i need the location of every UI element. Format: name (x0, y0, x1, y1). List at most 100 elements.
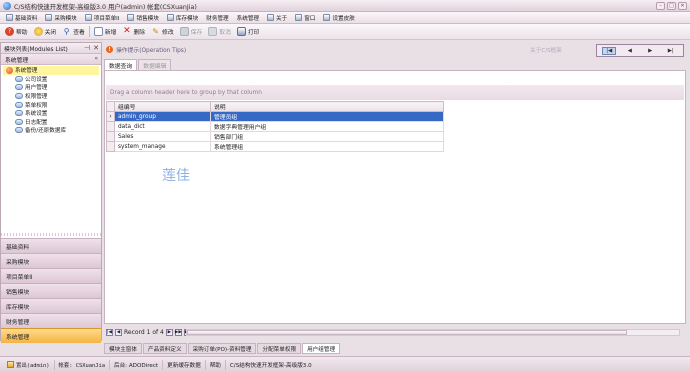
pager-first-icon[interactable]: |◀ (106, 328, 113, 336)
row-indicator-header (106, 101, 115, 112)
module-bar-finance[interactable]: 财务管理 (1, 313, 101, 328)
tree-item-company[interactable]: 公司设置 (1, 75, 101, 84)
prev-record-icon[interactable]: ◀ (623, 47, 637, 55)
table-row[interactable]: Sales 销售部门组 (106, 131, 444, 142)
delete-button[interactable]: ✕ 删除 (119, 25, 148, 39)
pager-record-text: Record 1 of 4 (124, 328, 164, 336)
tree-item-users[interactable]: 用户管理 (1, 83, 101, 92)
about-framework-link[interactable]: 关于C/S框架 (530, 46, 562, 54)
menu-about[interactable]: 关于 (263, 12, 291, 23)
table-cell[interactable]: data_dict (114, 121, 211, 132)
tree-item-system-settings[interactable]: 系统设置 (1, 109, 101, 118)
doc-tab-user-group-management[interactable]: 用户组管理 (302, 343, 341, 354)
module-node-icon (15, 110, 23, 117)
menu-window[interactable]: 窗口 (291, 12, 319, 23)
table-cell[interactable]: 系统管理组 (210, 141, 444, 152)
splitter-grip[interactable] (1, 233, 101, 236)
status-help-button[interactable]: 帮助 (206, 359, 226, 370)
menu-finance[interactable]: 财务管理 (202, 12, 232, 23)
pager-prev-icon[interactable]: ◀ (115, 328, 122, 336)
table-row[interactable]: system_manage 系统管理组 (106, 141, 444, 152)
module-bar-system[interactable]: 系统管理 (1, 328, 101, 343)
column-header-description[interactable]: 说明 (210, 101, 444, 112)
close-panel-icon[interactable]: ✕ (93, 44, 99, 52)
help-button[interactable]: ? 帮助 (2, 25, 31, 39)
pin-icon[interactable]: ⊣ (84, 44, 90, 52)
update-cache-button[interactable]: 更新缓存数据 (163, 359, 206, 370)
tree-item-backup[interactable]: 备份/还原数据库 (1, 126, 101, 135)
collapse-icon[interactable]: « (94, 55, 98, 62)
folder-icon (166, 14, 174, 21)
table-cell[interactable]: admin_group (114, 111, 211, 122)
document-tabs: 模块主窗体 产品资料定义 采购订单(PO)-资料管理 分配菜单权限 用户组管理 (104, 343, 341, 354)
view-tabs: 数据查询 数据编辑 (104, 59, 172, 70)
logout-status[interactable]: 置出(admin) (3, 359, 55, 370)
doc-tab-purchase-order[interactable]: 采购订单(PO)-资料管理 (187, 343, 257, 354)
pager-next-icon[interactable]: ▶ (165, 328, 173, 336)
save-button[interactable]: 保存 (177, 25, 206, 39)
modules-panel-header: 模块列表(Modules List) ⊣ ✕ (1, 43, 101, 54)
delete-x-icon: ✕ (123, 26, 131, 36)
table-row[interactable]: › admin_group 管理员组 (106, 111, 444, 122)
grid-pager: |◀ ◀ Record 1 of 4 ▶ ▶▶ ▶| (106, 327, 191, 337)
save-disk-icon (179, 27, 189, 36)
menu-project-ii[interactable]: 项目菜单II (81, 12, 124, 23)
table-cell[interactable]: 销售部门组 (210, 131, 444, 142)
user-group-table: 组编号 说明 › admin_group 管理员组 data_dict 数据字典… (106, 101, 444, 152)
doc-tab-main-form[interactable]: 模块主窗体 (104, 343, 142, 354)
module-node-icon (15, 84, 23, 91)
column-header-group-id[interactable]: 组编号 (114, 101, 211, 112)
module-bar-project-ii[interactable]: 项目菜单II (1, 268, 101, 283)
exit-icon (7, 361, 14, 368)
table-row[interactable]: data_dict 数据字典管理用户组 (106, 121, 444, 132)
operation-tips[interactable]: ! 操作提示(Operation Tips) (106, 44, 186, 55)
current-module-title: 系统管理 « (1, 54, 101, 65)
cancel-button[interactable]: 取消 (205, 25, 234, 39)
pager-next-page-icon[interactable]: ▶▶ (174, 328, 182, 336)
scrollbar-thumb[interactable] (187, 330, 627, 335)
doc-tab-assign-menu-permissions[interactable]: 分配菜单权限 (257, 343, 302, 354)
maximize-button[interactable]: □ (667, 2, 676, 10)
edit-button[interactable]: ✎ 修改 (148, 25, 177, 39)
menu-purchase[interactable]: 采购模块 (41, 12, 80, 23)
horizontal-scrollbar[interactable] (186, 329, 680, 336)
add-button[interactable]: 新增 (91, 25, 120, 39)
window-title: C/S结构快速开发框架-高级版3.0 用户(admin) 帐套(CSXuanJi… (14, 4, 197, 11)
menu-system[interactable]: 系统管理 (233, 12, 263, 23)
print-button[interactable]: 打印 (234, 25, 263, 39)
table-cell[interactable]: 管理员组 (210, 111, 444, 122)
menu-skin[interactable]: 设置皮肤 (319, 12, 358, 23)
menu-basic-data[interactable]: 基础资料 (2, 12, 41, 23)
group-by-panel[interactable]: Drag a column header here to group by th… (106, 85, 684, 100)
tab-data-query[interactable]: 数据查询 (104, 59, 138, 70)
first-record-icon[interactable]: |◀ (602, 46, 617, 55)
last-record-icon[interactable]: ▶| (664, 47, 678, 55)
doc-tab-product-definition[interactable]: 产品资料定义 (142, 343, 187, 354)
close-button[interactable]: 关闭 (31, 25, 60, 39)
close-window-button[interactable]: ✕ (678, 2, 687, 10)
tree-root-system[interactable]: 系统管理 (3, 66, 99, 75)
menu-sales[interactable]: 销售模块 (123, 12, 162, 23)
row-indicator (106, 131, 115, 142)
tab-data-edit[interactable]: 数据编辑 (138, 59, 172, 70)
folder-icon (127, 14, 135, 21)
module-node-icon (15, 127, 23, 134)
minimize-button[interactable]: – (656, 2, 665, 10)
row-indicator (106, 141, 115, 152)
data-grid-area: Drag a column header here to group by th… (104, 70, 686, 324)
menu-inventory[interactable]: 库存模块 (163, 12, 202, 23)
status-bar: 置出(admin) 帐套: CSXuanJia 后台: ADODirect 更新… (0, 356, 690, 372)
view-button[interactable]: ⚲ 查看 (59, 25, 88, 39)
module-bar-inventory[interactable]: 库存模块 (1, 298, 101, 313)
tree-item-menu-permissions[interactable]: 菜单权限 (1, 100, 101, 109)
table-cell[interactable]: system_manage (114, 141, 211, 152)
tree-item-log-config[interactable]: 日志配置 (1, 118, 101, 127)
module-bar-basic-data[interactable]: 基础资料 (1, 238, 101, 253)
next-record-icon[interactable]: ▶ (643, 47, 657, 55)
module-bar-sales[interactable]: 销售模块 (1, 283, 101, 298)
table-cell[interactable]: 数据字典管理用户组 (210, 121, 444, 132)
module-node-icon (15, 75, 23, 82)
tree-item-permissions[interactable]: 权限管理 (1, 92, 101, 101)
module-bar-purchase[interactable]: 采购模块 (1, 253, 101, 268)
table-cell[interactable]: Sales (114, 131, 211, 142)
